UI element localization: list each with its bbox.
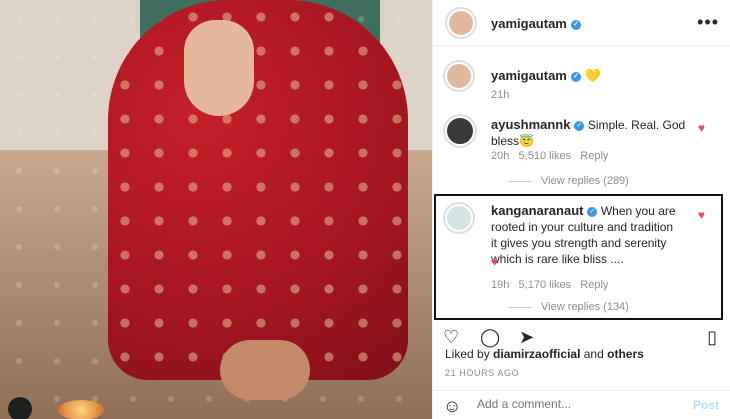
woman-face (184, 20, 254, 116)
corner-avatar (8, 397, 32, 419)
comment-meta: 20h 5,510 likes Reply (491, 150, 609, 162)
comment-username[interactable]: ayushmannk (491, 117, 570, 132)
comment-username[interactable]: yamigautam ✓ 💛 (491, 68, 601, 84)
post-header: yamigautam ✓ ••• (433, 0, 730, 46)
post-timestamp: 21 HOURS AGO (445, 368, 520, 378)
reply-button[interactable]: Reply (580, 150, 608, 162)
liked-by: Liked by diamirzaofficial and others (445, 347, 644, 361)
comment-bar: ☺ Post (433, 390, 730, 419)
verified-icon: ✓ (570, 19, 581, 30)
comment-ayushmannk: ayushmannk ✓ Simple. Real. God bless😇 ♥ 2… (433, 112, 730, 194)
comment-avatar[interactable] (445, 62, 473, 90)
comment-input[interactable] (477, 397, 677, 411)
more-icon[interactable]: ••• (697, 12, 719, 33)
verified-icon: ✓ (570, 71, 581, 82)
heart-emoji: 💛 (584, 68, 601, 83)
shawl-pattern (108, 0, 408, 380)
diya-lamp (58, 400, 104, 419)
bookmark-icon[interactable]: ▯ (707, 327, 717, 348)
comment-avatar[interactable] (445, 116, 475, 146)
like-heart-icon[interactable]: ♥ (698, 121, 705, 135)
author-username[interactable]: yamigautam ✓ (491, 16, 581, 31)
red-shawl (108, 0, 408, 380)
view-replies-button[interactable]: View replies (289) (509, 175, 729, 187)
liked-user[interactable]: diamirzaofficial (493, 347, 580, 361)
post-button[interactable]: Post (693, 398, 719, 412)
highlight-box (434, 194, 723, 320)
others-link[interactable]: others (607, 347, 644, 361)
author-avatar[interactable] (447, 9, 475, 37)
heart-icon[interactable]: ♡ (443, 327, 459, 348)
comment-icon[interactable]: ◯ (480, 327, 500, 348)
comment-author: yamigautam ✓ 💛 21h (433, 58, 730, 104)
emoji-icon[interactable]: ☺ (443, 396, 461, 417)
henna-feet (220, 340, 310, 400)
share-icon[interactable]: ➤ (519, 327, 534, 348)
comment-text: ayushmannk ✓ Simple. Real. God bless😇 (491, 117, 686, 148)
post-image (0, 0, 432, 419)
comment-time: 21h (491, 89, 510, 101)
verified-icon: ✓ (574, 120, 585, 131)
